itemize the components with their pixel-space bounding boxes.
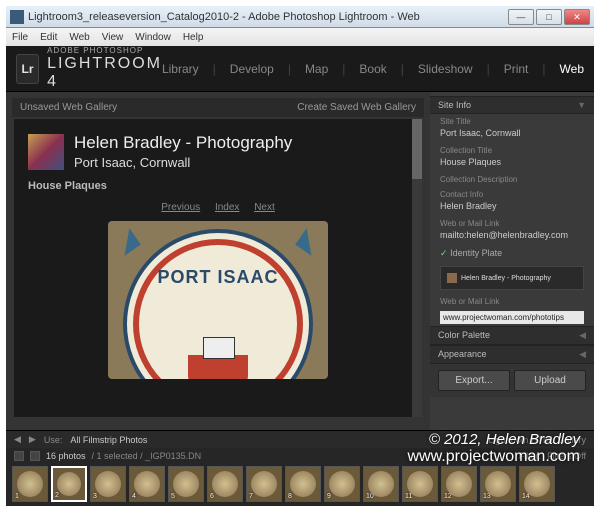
selection-info: / 1 selected / _IGP0135.DN [92, 451, 202, 461]
brand-line2: LIGHTROOM 4 [47, 55, 162, 91]
module-slideshow[interactable]: Slideshow [418, 62, 473, 76]
panel-site-info[interactable]: Site Info [438, 100, 471, 110]
minimize-button[interactable]: — [508, 9, 534, 25]
label-collection-desc: Collection Description [440, 175, 584, 184]
template-name[interactable]: Lightroom HTML Gallery [488, 435, 586, 445]
thumb[interactable]: 3 [90, 466, 126, 502]
app-logo: Lr [16, 54, 39, 84]
gallery-status: Unsaved Web Gallery [20, 102, 117, 113]
use-value[interactable]: All Filmstrip Photos [70, 435, 147, 445]
thumb[interactable]: 8 [285, 466, 321, 502]
menu-edit[interactable]: Edit [40, 32, 57, 43]
label-web-mail-link2: Web or Mail Link [440, 297, 584, 306]
thumb[interactable]: 9 [324, 466, 360, 502]
nav-back-icon[interactable]: ◀ [14, 434, 21, 445]
gallery-collection: House Plaques [28, 180, 408, 192]
module-map[interactable]: Map [305, 62, 328, 76]
value-site-title[interactable]: Port Isaac, Cornwall [440, 126, 584, 140]
thumb[interactable]: 1 [12, 466, 48, 502]
nav-fwd-icon[interactable]: ▶ [29, 434, 36, 445]
thumb[interactable]: 10 [363, 466, 399, 502]
brand-line1: ADOBE PHOTOSHOP [47, 46, 162, 55]
thumb[interactable]: 4 [129, 466, 165, 502]
menu-file[interactable]: File [12, 32, 28, 43]
identity-plate-checkbox[interactable]: ✓ [440, 248, 448, 258]
menu-window[interactable]: Window [135, 32, 171, 43]
preview-scrollbar[interactable] [412, 119, 422, 417]
thumb[interactable]: 2 [51, 466, 87, 502]
use-label: Use: [44, 435, 63, 445]
identity-plate-image [28, 134, 64, 170]
nav-previous[interactable]: Previous [161, 202, 200, 213]
menu-help[interactable]: Help [183, 32, 204, 43]
grid-icon[interactable] [14, 451, 24, 461]
upload-button[interactable]: Upload [514, 370, 586, 391]
app-icon [10, 10, 24, 24]
close-button[interactable]: ✕ [564, 9, 590, 25]
photo-count: 16 photos [46, 451, 86, 461]
panel-appearance[interactable]: Appearance [438, 349, 487, 360]
thumb[interactable]: 11 [402, 466, 438, 502]
preview-image: ◢◢ PORT ISAAC [108, 221, 328, 379]
thumb[interactable]: 13 [480, 466, 516, 502]
create-saved-gallery-button[interactable]: Create Saved Web Gallery [297, 102, 416, 113]
module-library[interactable]: Library [162, 62, 199, 76]
label-contact-info: Contact Info [440, 190, 584, 199]
label-collection-title: Collection Title [440, 146, 584, 155]
nav-next[interactable]: Next [254, 202, 275, 213]
value-collection-title[interactable]: House Plaques [440, 155, 584, 169]
module-print[interactable]: Print [504, 62, 529, 76]
thumb[interactable]: 6 [207, 466, 243, 502]
value-web-mail-link[interactable]: mailto:helen@helenbradley.com [440, 228, 584, 242]
filter-label: Filter: [519, 451, 542, 461]
thumb[interactable]: 7 [246, 466, 282, 502]
label-web-mail-link: Web or Mail Link [440, 219, 584, 228]
module-book[interactable]: Book [359, 62, 386, 76]
export-button[interactable]: Export... [438, 370, 510, 391]
menu-web[interactable]: Web [69, 32, 89, 43]
label-site-title: Site Title [440, 117, 584, 126]
module-web[interactable]: Web [560, 62, 584, 76]
menu-view[interactable]: View [102, 32, 124, 43]
nav-index[interactable]: Index [215, 202, 239, 213]
value-contact-info[interactable]: Helen Bradley [440, 199, 584, 213]
identity-plate-preview[interactable]: Helen Bradley - Photography [440, 266, 584, 290]
thumb[interactable]: 5 [168, 466, 204, 502]
window-title: Lightroom3_releaseversion_Catalog2010-2 … [28, 11, 420, 23]
view-icon[interactable] [30, 451, 40, 461]
gallery-subtitle: Port Isaac, Cornwall [74, 155, 292, 170]
gallery-preview: Helen Bradley - Photography Port Isaac, … [14, 119, 422, 417]
menu-bar: File Edit Web View Window Help [6, 28, 594, 46]
thumb[interactable]: 14 [519, 466, 555, 502]
thumb[interactable]: 12 [441, 466, 477, 502]
module-develop[interactable]: Develop [230, 62, 274, 76]
gallery-title: Helen Bradley - Photography [74, 133, 292, 153]
input-web-mail-link[interactable]: www.projectwoman.com/phototips [440, 311, 584, 324]
filters-status[interactable]: Filters Off [547, 451, 586, 461]
panel-color-palette[interactable]: Color Palette [438, 330, 490, 341]
label-identity-plate: Identity Plate [450, 248, 502, 258]
maximize-button[interactable]: □ [536, 9, 562, 25]
